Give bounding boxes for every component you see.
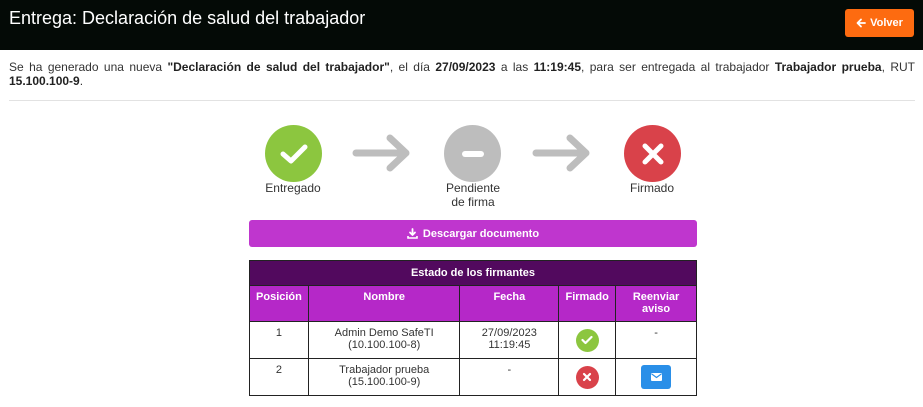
cell-name: Trabajador prueba (15.100.100-9) bbox=[307, 358, 461, 396]
delivery-description: Se ha generado una nueva "Declaración de… bbox=[9, 60, 915, 88]
cell-signed bbox=[558, 358, 617, 396]
cell-date: 27/09/2023 11:19:45 bbox=[459, 321, 560, 359]
download-icon bbox=[407, 228, 418, 239]
worker-rut: 15.100.100-9 bbox=[9, 74, 80, 88]
column-header-name: Nombre bbox=[307, 285, 461, 322]
arrow-left-icon bbox=[856, 18, 866, 28]
signers-table-title: Estado de los firmantes bbox=[249, 260, 697, 286]
cell-date: - bbox=[459, 358, 560, 396]
download-document-button[interactable]: Descargar documento bbox=[249, 220, 697, 247]
delivery-date: 27/09/2023 bbox=[435, 60, 496, 74]
resend-notice-button[interactable] bbox=[641, 365, 672, 389]
step-label-delivered: Entregado bbox=[265, 181, 321, 195]
table-row: 1 Admin Demo SafeTI (10.100.100-8) 27/09/… bbox=[249, 321, 697, 359]
x-icon bbox=[642, 143, 663, 164]
back-button-label: Volver bbox=[870, 17, 903, 29]
arrow-right-icon bbox=[352, 134, 410, 172]
mail-icon bbox=[650, 373, 662, 381]
column-header-date: Fecha bbox=[459, 285, 560, 322]
step-label-pending: Pendiente de firma bbox=[445, 181, 501, 209]
signed-check-icon bbox=[575, 328, 599, 352]
arrow-right-icon bbox=[532, 134, 590, 172]
column-header-signed: Firmado bbox=[558, 285, 617, 322]
step-label-signed: Firmado bbox=[629, 181, 674, 195]
step-pending-indicator bbox=[444, 125, 501, 182]
signers-table: Estado de los firmantes Posición Nombre … bbox=[249, 260, 697, 396]
column-header-resend: Reenviar aviso bbox=[615, 285, 697, 322]
column-header-position: Posición bbox=[249, 285, 309, 322]
not-signed-x-icon bbox=[575, 365, 599, 389]
cell-resend bbox=[615, 358, 697, 396]
page-title: Entrega: Declaración de salud del trabaj… bbox=[9, 8, 366, 28]
document-name: "Declaración de salud del trabajador" bbox=[167, 60, 390, 74]
cell-name: Admin Demo SafeTI (10.100.100-8) bbox=[307, 321, 461, 359]
table-row: 2 Trabajador prueba (15.100.100-9) - bbox=[249, 358, 697, 396]
check-icon bbox=[280, 144, 307, 163]
page-header: Entrega: Declaración de salud del trabaj… bbox=[0, 0, 923, 50]
step-signed-indicator bbox=[624, 125, 681, 182]
step-delivered-indicator bbox=[265, 125, 322, 182]
minus-icon bbox=[461, 150, 484, 157]
delivery-time: 11:19:45 bbox=[533, 60, 581, 74]
divider bbox=[9, 100, 915, 101]
worker-name: Trabajador prueba bbox=[774, 60, 882, 74]
cell-position: 2 bbox=[249, 358, 309, 396]
download-button-label: Descargar documento bbox=[422, 227, 540, 240]
cell-signed bbox=[558, 321, 617, 359]
back-button[interactable]: Volver bbox=[845, 9, 914, 37]
cell-position: 1 bbox=[249, 321, 309, 359]
cell-resend: - bbox=[615, 321, 697, 359]
